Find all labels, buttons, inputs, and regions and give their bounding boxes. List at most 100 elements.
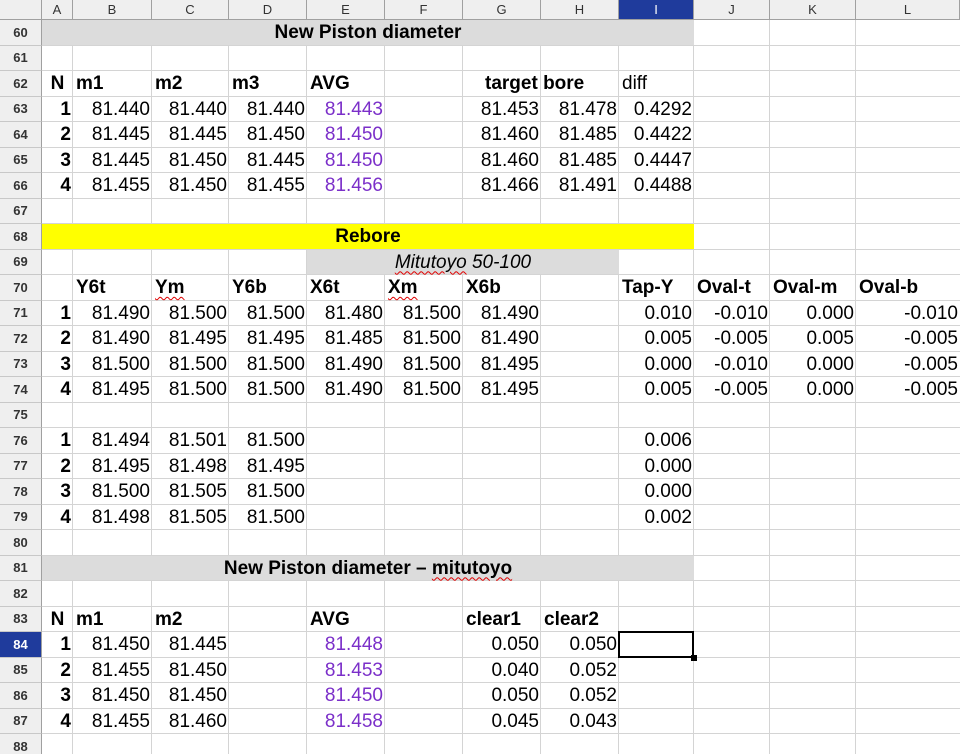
value-cell[interactable]: 81.495 xyxy=(73,454,152,479)
value-cell[interactable]: 81.498 xyxy=(152,454,229,479)
value-cell[interactable]: 81.450 xyxy=(152,658,229,683)
fill-handle[interactable] xyxy=(691,654,697,661)
column-label-avg[interactable]: AVG xyxy=(307,607,385,632)
row-header-79[interactable]: 79 xyxy=(0,504,42,530)
value-cell[interactable]: 81.500 xyxy=(385,301,463,326)
section-title[interactable]: New Piston diameter xyxy=(42,20,694,45)
value-cell[interactable]: -0.010 xyxy=(694,301,770,326)
value-cell[interactable]: 81.455 xyxy=(73,658,152,683)
row-header-72[interactable]: 72 xyxy=(0,326,42,352)
row-header-75[interactable]: 75 xyxy=(0,402,42,428)
row-header-63[interactable]: 63 xyxy=(0,96,42,122)
value-cell[interactable]: 81.445 xyxy=(73,122,152,147)
column-label-m2[interactable]: m2 xyxy=(152,71,229,96)
value-cell[interactable]: -0.005 xyxy=(856,326,960,351)
section-title[interactable]: Rebore xyxy=(42,224,694,249)
row-header-70[interactable]: 70 xyxy=(0,275,42,301)
value-cell[interactable]: 81.500 xyxy=(152,352,229,377)
value-cell[interactable]: 81.440 xyxy=(152,97,229,122)
value-cell[interactable]: 81.500 xyxy=(385,352,463,377)
value-cell[interactable]: 81.491 xyxy=(541,173,619,198)
value-cell[interactable]: 81.450 xyxy=(152,683,229,708)
value-cell[interactable]: 81.485 xyxy=(307,326,385,351)
row-header-82[interactable]: 82 xyxy=(0,581,42,607)
value-cell[interactable]: 81.445 xyxy=(73,148,152,173)
value-cell[interactable]: 0.050 xyxy=(463,632,541,657)
column-label-m3[interactable]: m3 xyxy=(229,71,307,96)
section-subtitle[interactable]: Mitutoyo 50-100 xyxy=(307,250,619,275)
column-label-m1[interactable]: m1 xyxy=(73,71,152,96)
row-header-80[interactable]: 80 xyxy=(0,530,42,556)
value-cell[interactable]: 81.498 xyxy=(73,505,152,530)
value-cell[interactable]: 81.500 xyxy=(229,428,307,453)
value-cell[interactable]: 0.005 xyxy=(619,326,694,351)
value-cell[interactable]: 81.500 xyxy=(385,377,463,402)
row-index[interactable]: 2 xyxy=(42,326,73,351)
row-index[interactable]: 4 xyxy=(42,505,73,530)
value-cell[interactable]: 81.440 xyxy=(73,97,152,122)
column-label-target-bore[interactable]: target bore xyxy=(463,71,619,96)
column-header-c[interactable]: C xyxy=(152,0,229,20)
value-cell[interactable]: 81.495 xyxy=(73,377,152,402)
value-cell[interactable]: -0.005 xyxy=(856,352,960,377)
column-header-e[interactable]: E xyxy=(307,0,385,20)
row-header-88[interactable]: 88 xyxy=(0,734,42,754)
column-label-xm[interactable]: Xm xyxy=(385,275,463,300)
column-header-l[interactable]: L xyxy=(856,0,960,20)
column-label-n[interactable]: N xyxy=(42,607,73,632)
row-header-73[interactable]: 73 xyxy=(0,351,42,377)
value-cell[interactable]: 81.495 xyxy=(463,377,541,402)
value-cell[interactable]: 0.005 xyxy=(619,377,694,402)
value-cell[interactable]: 81.455 xyxy=(73,709,152,734)
value-cell[interactable]: 0.040 xyxy=(463,658,541,683)
value-cell[interactable]: 81.440 xyxy=(229,97,307,122)
column-label-ovalt[interactable]: Oval-t xyxy=(694,275,770,300)
spreadsheet-grid[interactable]: A B C D E F G H I J K L 60 61 62 63 64 65 66 67 68 69 70 71 72 73… xyxy=(0,0,960,754)
column-label-ym[interactable]: Ym xyxy=(152,275,229,300)
value-cell[interactable]: -0.010 xyxy=(856,301,960,326)
row-header-84[interactable]: 84 xyxy=(0,632,42,658)
row-header-69[interactable]: 69 xyxy=(0,249,42,275)
value-cell[interactable]: 0.050 xyxy=(541,632,619,657)
row-header-76[interactable]: 76 xyxy=(0,428,42,454)
row-index[interactable]: 1 xyxy=(42,301,73,326)
value-cell[interactable]: 81.505 xyxy=(152,479,229,504)
value-cell[interactable]: 81.495 xyxy=(152,326,229,351)
value-cell[interactable]: 81.505 xyxy=(152,505,229,530)
value-cell[interactable]: 81.455 xyxy=(73,173,152,198)
column-header-h[interactable]: H xyxy=(541,0,619,20)
value-cell[interactable]: 81.500 xyxy=(152,301,229,326)
column-header-d[interactable]: D xyxy=(229,0,307,20)
value-cell[interactable]: 81.460 xyxy=(463,148,541,173)
row-header-77[interactable]: 77 xyxy=(0,453,42,479)
column-header-i[interactable]: I xyxy=(619,0,694,20)
row-index[interactable]: 1 xyxy=(42,97,73,122)
value-cell[interactable]: 81.494 xyxy=(73,428,152,453)
value-cell[interactable]: 0.052 xyxy=(541,658,619,683)
row-header-71[interactable]: 71 xyxy=(0,300,42,326)
value-cell[interactable]: 81.490 xyxy=(463,301,541,326)
value-cell[interactable]: 81.500 xyxy=(385,326,463,351)
avg-cell[interactable]: 81.453 xyxy=(307,658,385,683)
column-label-x6t[interactable]: X6t xyxy=(307,275,385,300)
avg-cell[interactable]: 81.458 xyxy=(307,709,385,734)
value-cell[interactable]: 81.450 xyxy=(152,173,229,198)
value-cell[interactable]: 81.480 xyxy=(307,301,385,326)
row-header-87[interactable]: 87 xyxy=(0,708,42,734)
value-cell[interactable]: 0.000 xyxy=(770,377,856,402)
value-cell[interactable]: 81.495 xyxy=(463,352,541,377)
row-header-61[interactable]: 61 xyxy=(0,45,42,71)
value-cell[interactable]: 81.490 xyxy=(307,352,385,377)
value-cell[interactable]: 0.050 xyxy=(463,683,541,708)
value-cell[interactable]: 81.495 xyxy=(229,454,307,479)
row-index[interactable]: 4 xyxy=(42,377,73,402)
avg-cell[interactable]: 81.450 xyxy=(307,122,385,147)
value-cell[interactable]: 81.500 xyxy=(73,352,152,377)
value-cell[interactable]: 81.445 xyxy=(152,632,229,657)
value-cell[interactable]: 81.450 xyxy=(73,632,152,657)
row-index[interactable]: 2 xyxy=(42,122,73,147)
row-index[interactable]: 3 xyxy=(42,352,73,377)
row-index[interactable]: 3 xyxy=(42,148,73,173)
value-cell[interactable]: 81.500 xyxy=(229,505,307,530)
value-cell[interactable]: 0.045 xyxy=(463,709,541,734)
